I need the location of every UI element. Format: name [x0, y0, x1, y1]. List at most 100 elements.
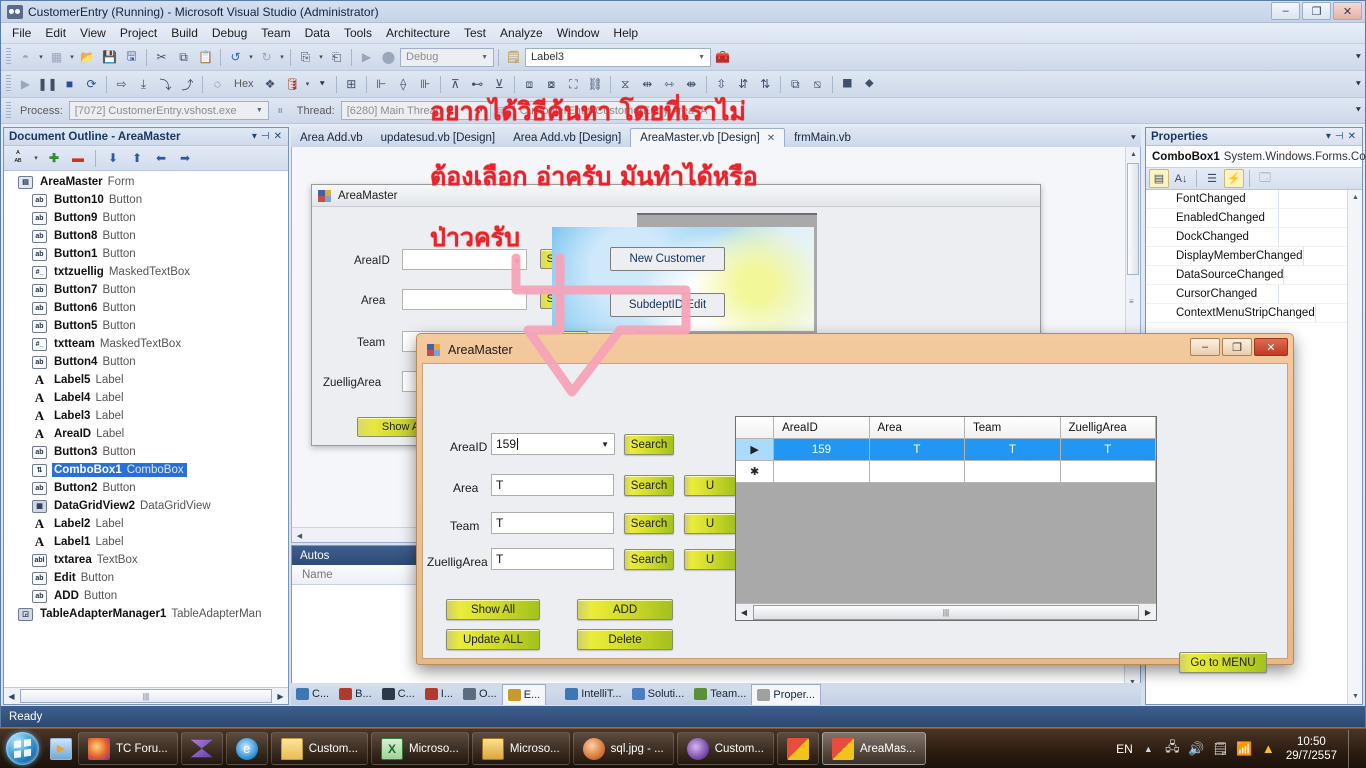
outline-node[interactable]: ab Button5 Button — [4, 317, 288, 335]
step-over-icon[interactable]: ⤵ — [155, 74, 176, 95]
toolbox-icon[interactable]: 🧰 — [712, 47, 733, 68]
property-row[interactable]: FontChanged — [1146, 190, 1362, 209]
datagrid-column-header[interactable]: Area — [869, 417, 966, 439]
dialog-close-button[interactable]: ✕ — [1254, 338, 1288, 356]
scroll-left-icon[interactable]: ◀ — [4, 689, 19, 704]
make-vertical-spacing-equal-icon[interactable]: ⇳ — [711, 74, 732, 95]
increase-vertical-spacing-icon[interactable]: ⇵ — [733, 74, 754, 95]
tab-order-icon[interactable]: ⯀ — [837, 74, 858, 95]
scroll-right-icon[interactable]: ▶ — [1140, 605, 1156, 620]
tool-window-tab[interactable]: Proper... — [751, 683, 821, 705]
dialog-add-button[interactable]: ADD — [577, 599, 673, 620]
outline-node[interactable]: A Label2 Label — [4, 515, 288, 533]
outline-node[interactable]: A Label5 Label — [4, 371, 288, 389]
dialog-datagridview[interactable]: AreaID Area Team ZuelligArea ▶ 159 T T T ✱ ◀ |||… — [735, 416, 1157, 621]
tool-window-tab[interactable]: Soluti... — [627, 684, 690, 705]
step-out-icon[interactable]: ⤴ — [177, 74, 198, 95]
move-down-icon[interactable]: ⬇ — [103, 148, 123, 168]
menu-team[interactable]: Team — [254, 24, 297, 42]
drive-icon[interactable]: ▲ — [1260, 740, 1277, 757]
align-tops-icon[interactable]: ⊼ — [445, 74, 466, 95]
tool-window-tab[interactable]: E... — [501, 683, 547, 705]
outline-node[interactable]: ab Button2 Button — [4, 479, 288, 497]
dialog-input-zuelligarea[interactable]: T — [491, 548, 614, 570]
taskbar-item[interactable] — [776, 732, 819, 765]
scroll-left-icon[interactable]: ◀ — [736, 605, 752, 620]
datagrid-cell[interactable] — [869, 461, 966, 483]
find-combo[interactable]: Label3 ▼ — [525, 47, 711, 67]
align-center-icon[interactable]: ⟠ — [393, 74, 414, 95]
panel-dropdown-icon[interactable]: ▾ — [252, 131, 257, 142]
property-row[interactable]: CursorChanged — [1146, 285, 1362, 304]
taskbar-item[interactable]: Custom... — [676, 732, 774, 765]
menu-file[interactable]: File — [5, 24, 38, 42]
menu-tools[interactable]: Tools — [337, 24, 379, 42]
taskbar-item[interactable]: Microso... — [471, 732, 570, 765]
datagrid-cell[interactable]: T — [869, 439, 966, 461]
attach-process-icon[interactable]: ⬤ — [378, 47, 399, 68]
copy-icon[interactable]: ⧉ — [173, 47, 194, 68]
taskbar-item[interactable]: AreaMas... — [821, 732, 926, 765]
menu-analyze[interactable]: Analyze — [493, 24, 550, 42]
dialog-goto-menu-button[interactable]: Go to MENU — [1179, 652, 1267, 673]
properties-view-icon[interactable]: ☰ — [1202, 169, 1222, 188]
dialog-input-area[interactable]: T — [491, 474, 614, 496]
make-horizontal-spacing-equal-icon[interactable]: ⧖ — [615, 74, 636, 95]
new-website-icon[interactable]: ▦ — [46, 47, 67, 68]
tab-overflow-icon[interactable]: ⯆ — [1130, 133, 1137, 144]
break-all-icon[interactable]: ❚❚ — [37, 74, 58, 95]
toolbar-grip[interactable] — [6, 101, 11, 120]
outline-node[interactable]: #_ txtzuellig MaskedTextBox — [4, 263, 288, 281]
outline-node[interactable]: A Label1 Label — [4, 533, 288, 551]
taskbar-item[interactable]: Custom... — [270, 732, 368, 765]
panel-dropdown-icon[interactable]: ▾ — [1326, 131, 1331, 142]
bring-to-front-icon[interactable]: ⧉ — [785, 74, 806, 95]
breakpoints-icon[interactable]: ❖ — [260, 74, 281, 95]
datagrid-column-header[interactable]: ZuelligArea — [1060, 417, 1156, 439]
designer-subdeptid-edit-button[interactable]: SubdeptID Edit — [610, 293, 725, 317]
designer-picturebox[interactable]: New Customer SubdeptID Edit — [552, 227, 814, 331]
move-up-icon[interactable]: ⬆ — [127, 148, 147, 168]
move-left-icon[interactable]: ⬅ — [151, 148, 171, 168]
remove-icon[interactable]: ▬ — [68, 148, 88, 168]
dialog-search-zuelligarea-button[interactable]: Search — [624, 549, 674, 570]
align-middles-icon[interactable]: ⊷ — [467, 74, 488, 95]
show-desktop-button[interactable] — [1348, 729, 1360, 768]
outline-node[interactable]: ab Button6 Button — [4, 299, 288, 317]
toolbar-grip[interactable] — [6, 75, 11, 93]
hex-label[interactable]: Hex — [229, 78, 259, 90]
outline-node[interactable]: ab Button3 Button — [4, 443, 288, 461]
open-file-icon[interactable]: 📂 — [77, 47, 98, 68]
datagrid-row[interactable]: ▶ 159 T T T — [736, 439, 1157, 461]
align-lefts-icon[interactable]: ⊞ — [341, 74, 362, 95]
property-pages-icon[interactable]: 🗔 — [1255, 169, 1275, 188]
dialog-minimize-button[interactable]: – — [1190, 338, 1220, 356]
increase-horizontal-spacing-icon[interactable]: ⇹ — [637, 74, 658, 95]
property-row[interactable]: DockChanged — [1146, 228, 1362, 247]
undo-dropdown-icon[interactable]: ▾ — [247, 53, 255, 61]
show-next-statement-icon[interactable]: ⇨ — [111, 74, 132, 95]
toolbar-overflow-icon[interactable]: ⯆ — [1355, 105, 1362, 116]
datagrid-rows[interactable]: ▶ 159 T T T ✱ — [736, 439, 1157, 483]
hexadecimal-toggle-icon[interactable]: ◌ — [207, 74, 228, 95]
dialog-show-all-button[interactable]: Show All — [446, 599, 540, 620]
move-right-icon[interactable]: ➡ — [175, 148, 195, 168]
menu-window[interactable]: Window — [550, 24, 607, 42]
stack-frame-icon[interactable]: ▤ — [492, 100, 513, 121]
start-button[interactable] — [0, 730, 44, 768]
property-row[interactable]: ContextMenuStripChanged — [1146, 304, 1362, 323]
editor-tab[interactable]: AreaMaster.vb [Design] ✕ — [630, 128, 786, 147]
datagrid-row[interactable]: ✱ — [736, 461, 1157, 483]
tool-window-tab[interactable]: C... — [291, 684, 334, 705]
events-view-icon[interactable]: ⚡ — [1224, 169, 1244, 188]
find-in-files-icon[interactable]: 🗒 — [503, 47, 524, 68]
menu-data[interactable]: Data — [298, 24, 337, 42]
solution-configuration-combo[interactable]: Debug ▼ — [400, 47, 494, 67]
menu-architecture[interactable]: Architecture — [379, 24, 457, 42]
dialog-restore-button[interactable]: ❐ — [1222, 338, 1252, 356]
outline-node[interactable]: ab Button1 Button — [4, 245, 288, 263]
new-project-icon[interactable]: ◓ — [15, 47, 36, 68]
dialog-update-zuelligarea-button[interactable]: U — [684, 549, 736, 570]
datagrid-cell[interactable]: 159 — [774, 439, 870, 461]
cut-icon[interactable]: ✂ — [151, 47, 172, 68]
